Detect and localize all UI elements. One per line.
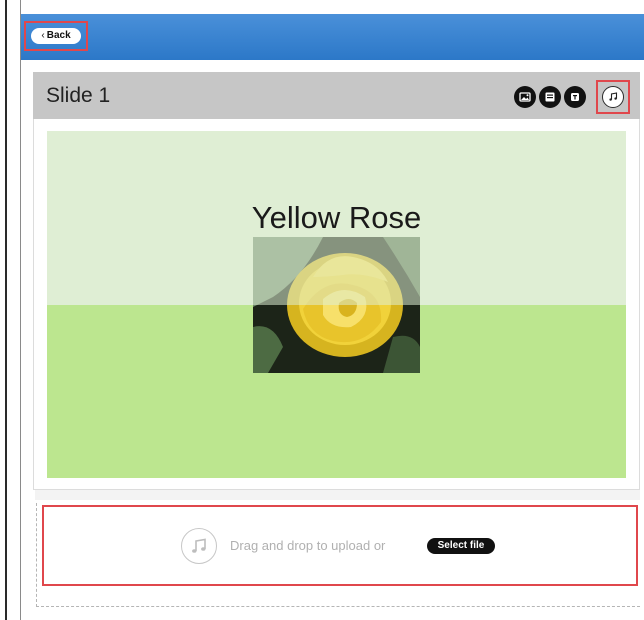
drop-instructions: Drag and drop to upload or	[230, 538, 386, 553]
layout-icon	[545, 92, 555, 102]
window-frame-left	[0, 0, 21, 620]
upload-music-icon	[181, 528, 217, 564]
audio-button-highlight	[596, 80, 630, 114]
slide-title: Slide 1	[46, 84, 111, 107]
back-label: Back	[46, 30, 71, 41]
back-button[interactable]: ‹ Back	[31, 28, 81, 44]
top-bar	[21, 14, 644, 60]
window-frame-border	[5, 0, 7, 620]
slide-heading: Yellow Rose	[251, 200, 422, 235]
select-file-button[interactable]: Select file	[427, 538, 495, 554]
section-divider	[35, 490, 640, 500]
insert-image-button[interactable]	[514, 86, 536, 108]
insert-layout-button[interactable]	[539, 86, 561, 108]
insert-text-button[interactable]	[564, 86, 586, 108]
heading-overlay-band	[253, 237, 420, 305]
image-icon	[519, 92, 531, 102]
text-icon	[571, 93, 579, 101]
chevron-left-icon: ‹	[41, 30, 45, 41]
music-note-icon	[192, 538, 206, 553]
